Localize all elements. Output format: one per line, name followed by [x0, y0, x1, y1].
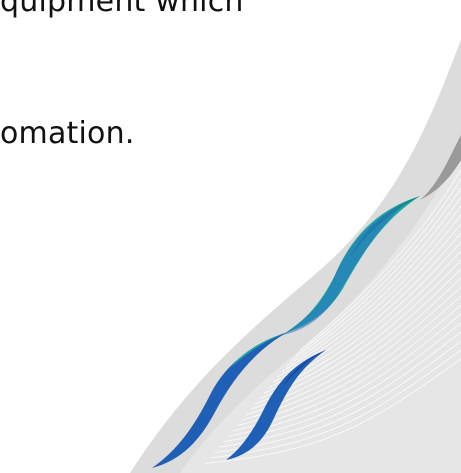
- slide-canvas: quipment which omation.: [0, 0, 461, 473]
- decorative-swoosh-graphic: [130, 40, 461, 473]
